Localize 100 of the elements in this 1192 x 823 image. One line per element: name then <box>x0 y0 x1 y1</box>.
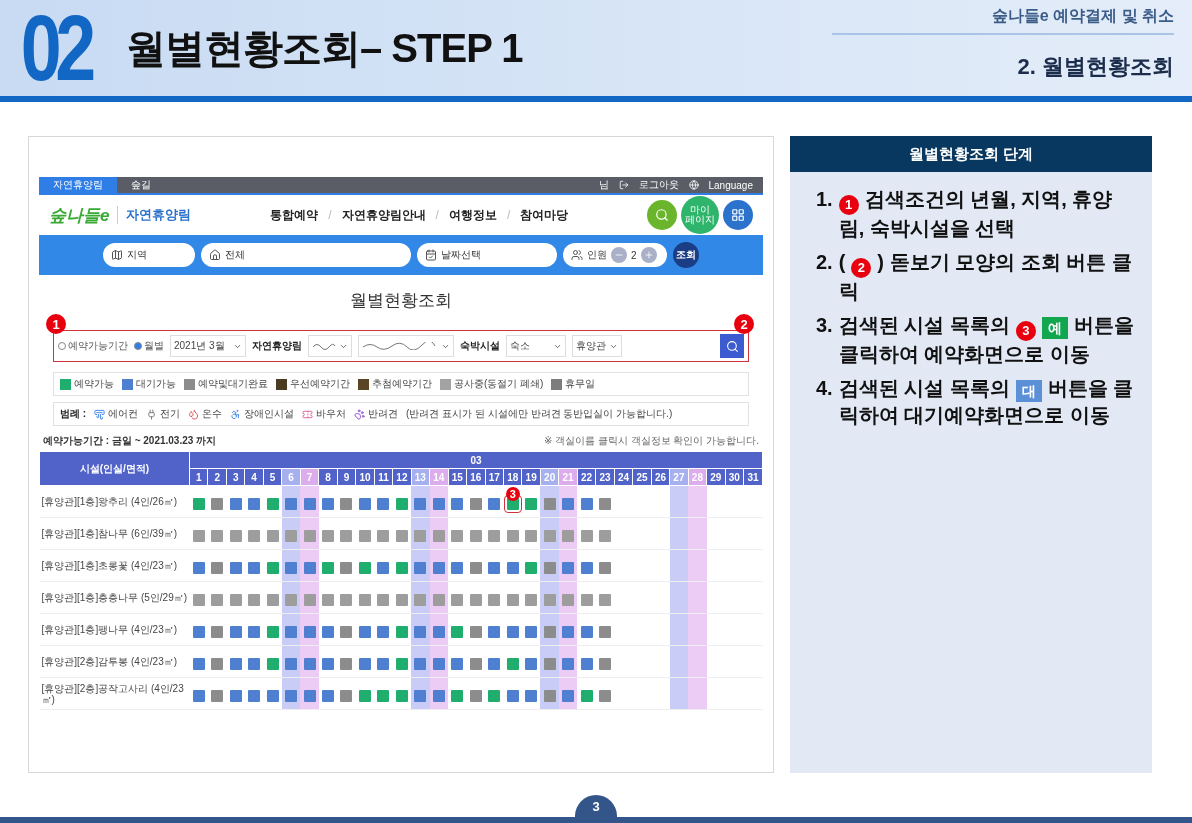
waitlist-slot[interactable] <box>377 497 390 510</box>
closed-slot[interactable] <box>229 529 242 542</box>
closed-slot[interactable] <box>248 529 261 542</box>
closed-slot[interactable] <box>322 529 334 542</box>
waitlist-slot[interactable] <box>303 657 316 670</box>
facility-name[interactable]: [휴양관][1층]팽나무 (4인/23㎡) <box>39 613 190 646</box>
closed-slot[interactable] <box>506 593 519 606</box>
available-slot[interactable] <box>395 497 408 510</box>
waitlist-slot[interactable] <box>488 497 501 510</box>
booked-slot[interactable] <box>599 657 612 670</box>
closed-slot[interactable] <box>303 593 316 606</box>
closed-slot[interactable] <box>580 529 593 542</box>
waitlist-slot[interactable] <box>562 625 575 638</box>
closed-slot[interactable] <box>469 529 482 542</box>
waitlist-slot[interactable] <box>377 625 390 638</box>
language-menu[interactable]: Language <box>708 179 753 191</box>
waitlist-slot[interactable] <box>451 497 464 510</box>
closed-slot[interactable] <box>358 593 371 606</box>
submit-button[interactable]: 조회 <box>673 242 699 268</box>
waitlist-slot[interactable] <box>432 689 445 702</box>
waitlist-slot[interactable] <box>432 497 445 510</box>
closed-slot[interactable] <box>192 529 205 542</box>
closed-slot[interactable] <box>488 529 501 542</box>
booked-slot[interactable] <box>469 689 482 702</box>
booked-slot[interactable] <box>340 625 353 638</box>
plus-button[interactable] <box>640 247 657 263</box>
closed-slot[interactable] <box>266 593 279 606</box>
closed-slot[interactable] <box>377 593 390 606</box>
closed-slot[interactable] <box>525 529 538 542</box>
waitlist-slot[interactable] <box>229 625 242 638</box>
closed-slot[interactable] <box>525 593 538 606</box>
facility-select[interactable]: 숙소 <box>506 335 566 357</box>
booked-slot[interactable] <box>469 497 482 510</box>
waitlist-slot[interactable] <box>229 657 242 670</box>
waitlist-slot[interactable] <box>248 657 261 670</box>
menu-item[interactable]: 통합예약 <box>270 206 319 224</box>
waitlist-slot[interactable] <box>525 625 538 638</box>
waitlist-slot[interactable] <box>322 689 334 702</box>
waitlist-slot[interactable] <box>229 561 242 574</box>
booked-slot[interactable] <box>599 689 612 702</box>
waitlist-slot[interactable] <box>580 625 593 638</box>
available-slot[interactable] <box>395 657 408 670</box>
waitlist-slot[interactable] <box>229 689 242 702</box>
closed-slot[interactable] <box>414 529 427 542</box>
closed-slot[interactable] <box>451 593 464 606</box>
available-slot[interactable] <box>580 689 593 702</box>
booked-slot[interactable] <box>340 657 353 670</box>
waitlist-slot[interactable] <box>451 657 464 670</box>
available-slot[interactable] <box>358 561 371 574</box>
waitlist-slot[interactable] <box>562 657 575 670</box>
radio-option[interactable]: 예약가능기간 <box>58 339 128 353</box>
booked-slot[interactable] <box>340 561 353 574</box>
closed-slot[interactable] <box>414 593 427 606</box>
facility-name[interactable]: [휴양관][2층]공작고사리 (4인/23㎡) <box>39 677 190 710</box>
booked-slot[interactable] <box>211 657 224 670</box>
closed-slot[interactable] <box>599 593 612 606</box>
waitlist-slot[interactable] <box>303 561 316 574</box>
menu-item[interactable]: 참여마당 <box>520 206 569 224</box>
waitlist-slot[interactable] <box>358 497 371 510</box>
waitlist-slot[interactable] <box>488 625 501 638</box>
waitlist-slot[interactable] <box>562 689 575 702</box>
booked-slot[interactable] <box>469 625 482 638</box>
waitlist-slot[interactable] <box>580 497 593 510</box>
waitlist-slot[interactable] <box>358 625 371 638</box>
waitlist-slot[interactable] <box>580 561 593 574</box>
waitlist-slot[interactable] <box>248 625 261 638</box>
minus-button[interactable] <box>611 247 627 263</box>
waitlist-slot[interactable] <box>248 497 261 510</box>
booked-slot[interactable] <box>599 625 612 638</box>
waitlist-slot[interactable] <box>322 497 334 510</box>
booked-slot[interactable] <box>340 689 353 702</box>
available-slot[interactable] <box>266 497 279 510</box>
waitlist-slot[interactable] <box>285 561 298 574</box>
booked-slot[interactable] <box>543 561 556 574</box>
booked-slot[interactable] <box>599 561 612 574</box>
closed-slot[interactable] <box>285 529 298 542</box>
waitlist-slot[interactable] <box>432 625 445 638</box>
facility-name[interactable]: [휴양관][1층]참나무 (6인/39㎡) <box>39 517 190 550</box>
booked-slot[interactable] <box>211 497 224 510</box>
closed-slot[interactable] <box>322 593 334 606</box>
available-slot[interactable] <box>322 561 334 574</box>
closed-slot[interactable] <box>229 593 242 606</box>
booked-slot[interactable] <box>211 689 224 702</box>
available-slot[interactable] <box>488 689 501 702</box>
region-select[interactable] <box>308 335 352 357</box>
available-slot[interactable] <box>451 625 464 638</box>
booked-slot[interactable] <box>469 561 482 574</box>
search-icon[interactable] <box>647 200 677 230</box>
closed-slot[interactable] <box>340 593 353 606</box>
available-slot[interactable] <box>395 689 408 702</box>
available-slot[interactable] <box>525 561 538 574</box>
top-tab[interactable]: 숲길 <box>117 177 165 193</box>
menu-item[interactable]: 여행정보 <box>448 206 497 224</box>
waitlist-slot[interactable] <box>506 625 519 638</box>
booked-slot[interactable] <box>340 497 353 510</box>
waitlist-slot[interactable] <box>377 657 390 670</box>
waitlist-slot[interactable] <box>506 561 519 574</box>
closed-slot[interactable] <box>358 529 371 542</box>
waitlist-slot[interactable] <box>432 657 445 670</box>
closed-slot[interactable] <box>432 593 445 606</box>
